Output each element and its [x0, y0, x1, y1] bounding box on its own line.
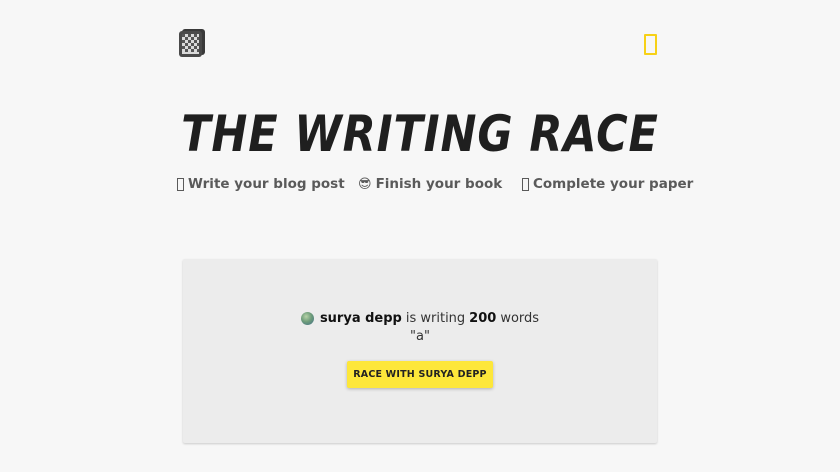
tagline-text: Finish your book: [375, 176, 503, 192]
blank-glyph-icon: [177, 177, 184, 191]
tagline-text: Write your blog post: [188, 176, 345, 192]
user-name: surya depp: [319, 311, 402, 326]
page-title: THE WRITING RACE: [181, 105, 659, 163]
words-label: words: [500, 311, 540, 326]
tagline-blog: Write your blog post: [177, 176, 345, 192]
tagline-paper: Complete your paper: [522, 176, 693, 192]
smiley-icon: 😎: [358, 176, 372, 192]
avatar: [300, 312, 314, 325]
menu-icon[interactable]: [644, 34, 657, 55]
tagline-row: Write your blog post 😎 Finish your book …: [177, 176, 693, 196]
piece-title: "a": [410, 329, 430, 344]
tagline-text: Complete your paper: [533, 176, 694, 192]
race-with-user-button[interactable]: RACE WITH SURYA DEPP: [347, 361, 493, 388]
race-card: surya depp is writing 200 words "a" RACE…: [183, 259, 657, 443]
race-status-line: surya depp is writing 200 words: [183, 311, 657, 326]
is-writing-text: is writing: [405, 311, 466, 326]
word-count: 200: [469, 311, 497, 326]
blank-glyph-icon: [522, 177, 529, 191]
tagline-book: 😎 Finish your book: [358, 176, 502, 192]
page: THE WRITING RACE Write your blog post 😎 …: [0, 0, 840, 472]
notebook-logo-icon[interactable]: [179, 29, 205, 57]
